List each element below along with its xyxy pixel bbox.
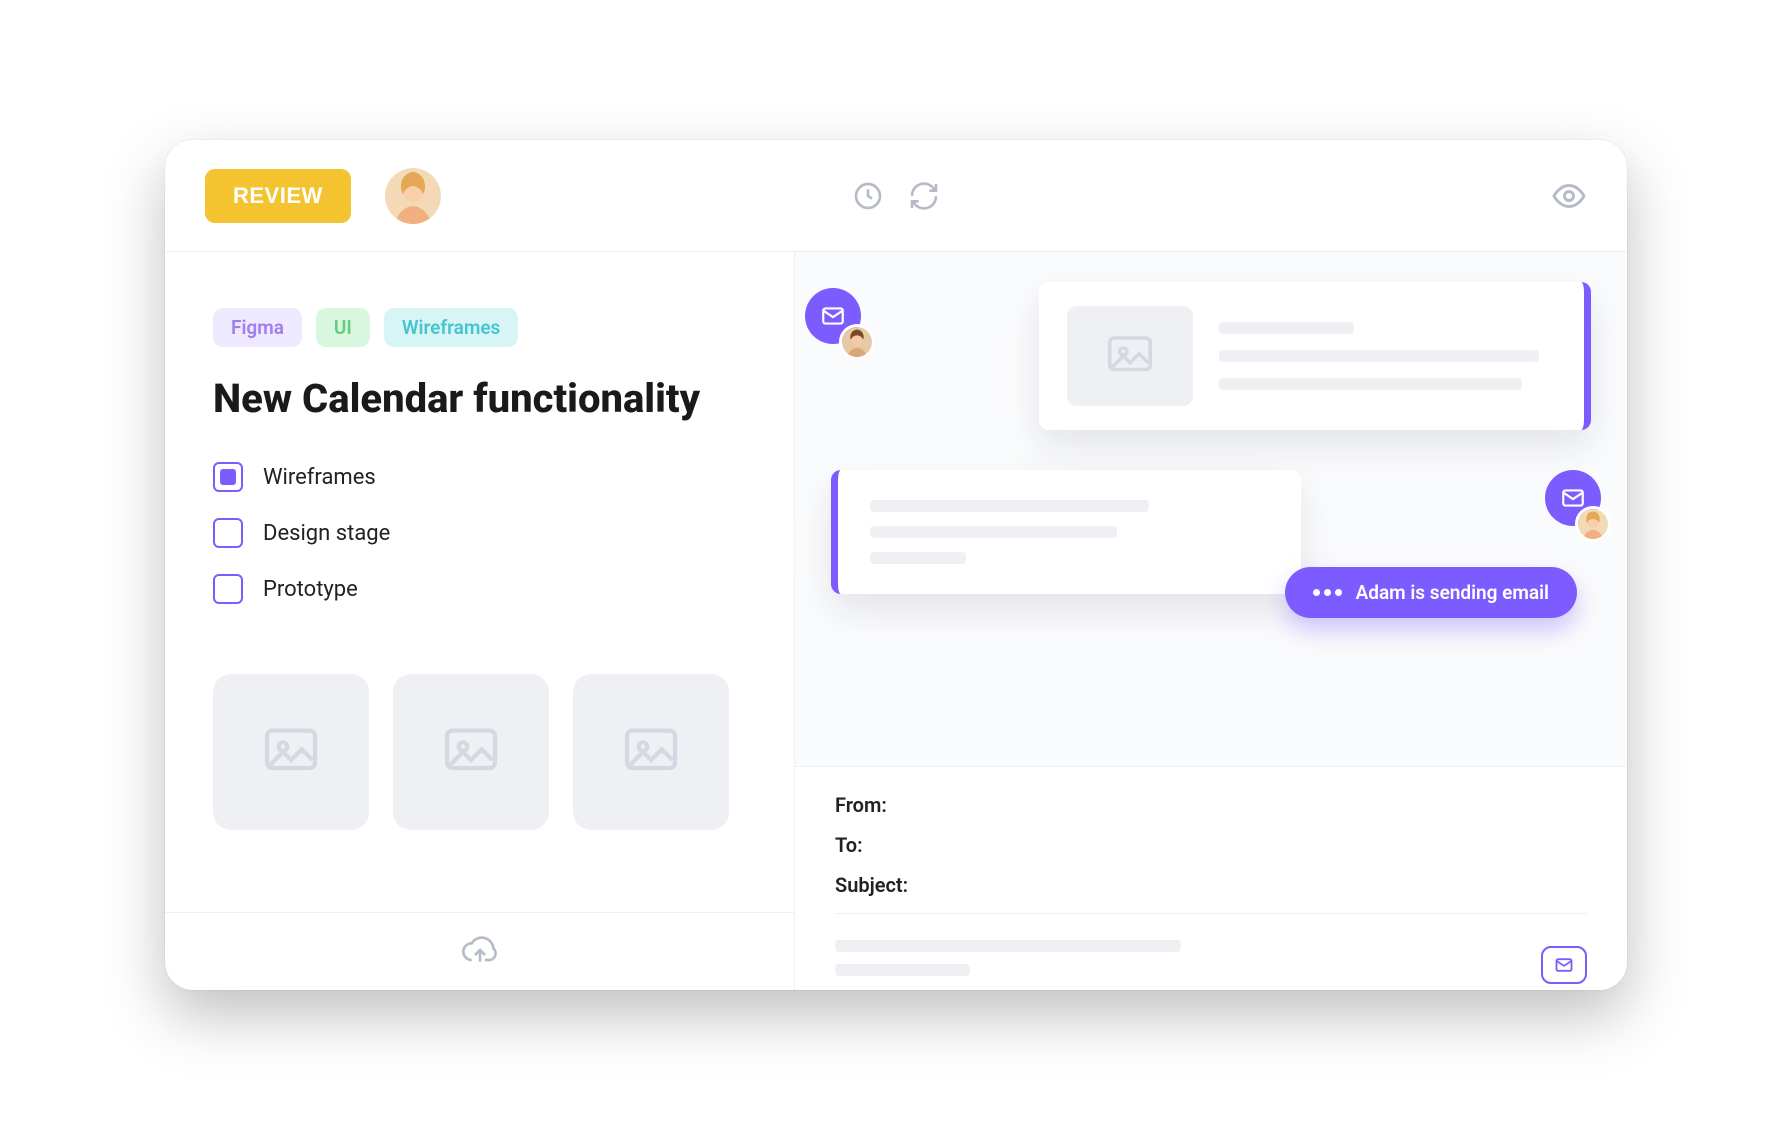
review-button[interactable]: REVIEW (205, 169, 351, 223)
image-thumbnail[interactable] (213, 674, 369, 830)
text-skeleton (870, 500, 1269, 564)
checklist: Wireframes Design stage Prototype (213, 462, 746, 604)
message-card[interactable] (1039, 282, 1591, 430)
checkbox-icon[interactable] (213, 462, 243, 492)
app-window: REVIEW Figma UI Wireframes New Calendar … (165, 140, 1627, 990)
image-thumbnail[interactable] (393, 674, 549, 830)
send-mail-button[interactable] (1541, 946, 1587, 984)
checklist-item-design-stage[interactable]: Design stage (213, 518, 746, 548)
compose-panel: From: To: Subject: (795, 766, 1627, 990)
checklist-label: Design stage (263, 521, 390, 546)
right-pane: Adam is sending email From: To: Subject: (795, 252, 1627, 990)
typing-dots-icon (1313, 589, 1342, 596)
header: REVIEW (165, 140, 1627, 252)
image-icon (1067, 306, 1193, 406)
tag-ui[interactable]: UI (316, 308, 370, 347)
user-avatar[interactable] (385, 168, 441, 224)
compose-subject-label: Subject: (835, 873, 1587, 897)
compose-body[interactable] (835, 913, 1587, 990)
message-card[interactable] (831, 470, 1301, 594)
page-title: New Calendar functionality (213, 375, 746, 422)
checkbox-icon[interactable] (213, 518, 243, 548)
refresh-icon[interactable] (908, 180, 940, 212)
message-incoming (831, 282, 1591, 430)
sender-avatar[interactable] (1575, 506, 1611, 542)
left-pane: Figma UI Wireframes New Calendar functio… (165, 252, 795, 990)
sender-avatar[interactable] (839, 324, 875, 360)
header-center-icons (852, 180, 940, 212)
text-skeleton (1219, 306, 1556, 406)
tag-figma[interactable]: Figma (213, 308, 302, 347)
conversation-area: Adam is sending email (795, 252, 1627, 766)
tag-row: Figma UI Wireframes (213, 308, 746, 347)
body: Figma UI Wireframes New Calendar functio… (165, 252, 1627, 990)
checklist-item-wireframes[interactable]: Wireframes (213, 462, 746, 492)
compose-from-label: From: (835, 793, 1587, 817)
tag-wireframes[interactable]: Wireframes (384, 308, 518, 347)
checklist-label: Prototype (263, 577, 358, 602)
left-footer (165, 912, 794, 990)
checkbox-icon[interactable] (213, 574, 243, 604)
status-pill: Adam is sending email (1285, 567, 1577, 618)
clock-icon[interactable] (852, 180, 884, 212)
compose-to-label: To: (835, 833, 1587, 857)
image-thumbnail[interactable] (573, 674, 729, 830)
thumbnail-row (213, 674, 746, 830)
checklist-label: Wireframes (263, 465, 376, 490)
checklist-item-prototype[interactable]: Prototype (213, 574, 746, 604)
eye-icon[interactable] (1551, 178, 1587, 214)
message-outgoing: Adam is sending email (831, 470, 1591, 594)
upload-icon[interactable] (460, 930, 500, 974)
status-text: Adam is sending email (1356, 581, 1549, 604)
